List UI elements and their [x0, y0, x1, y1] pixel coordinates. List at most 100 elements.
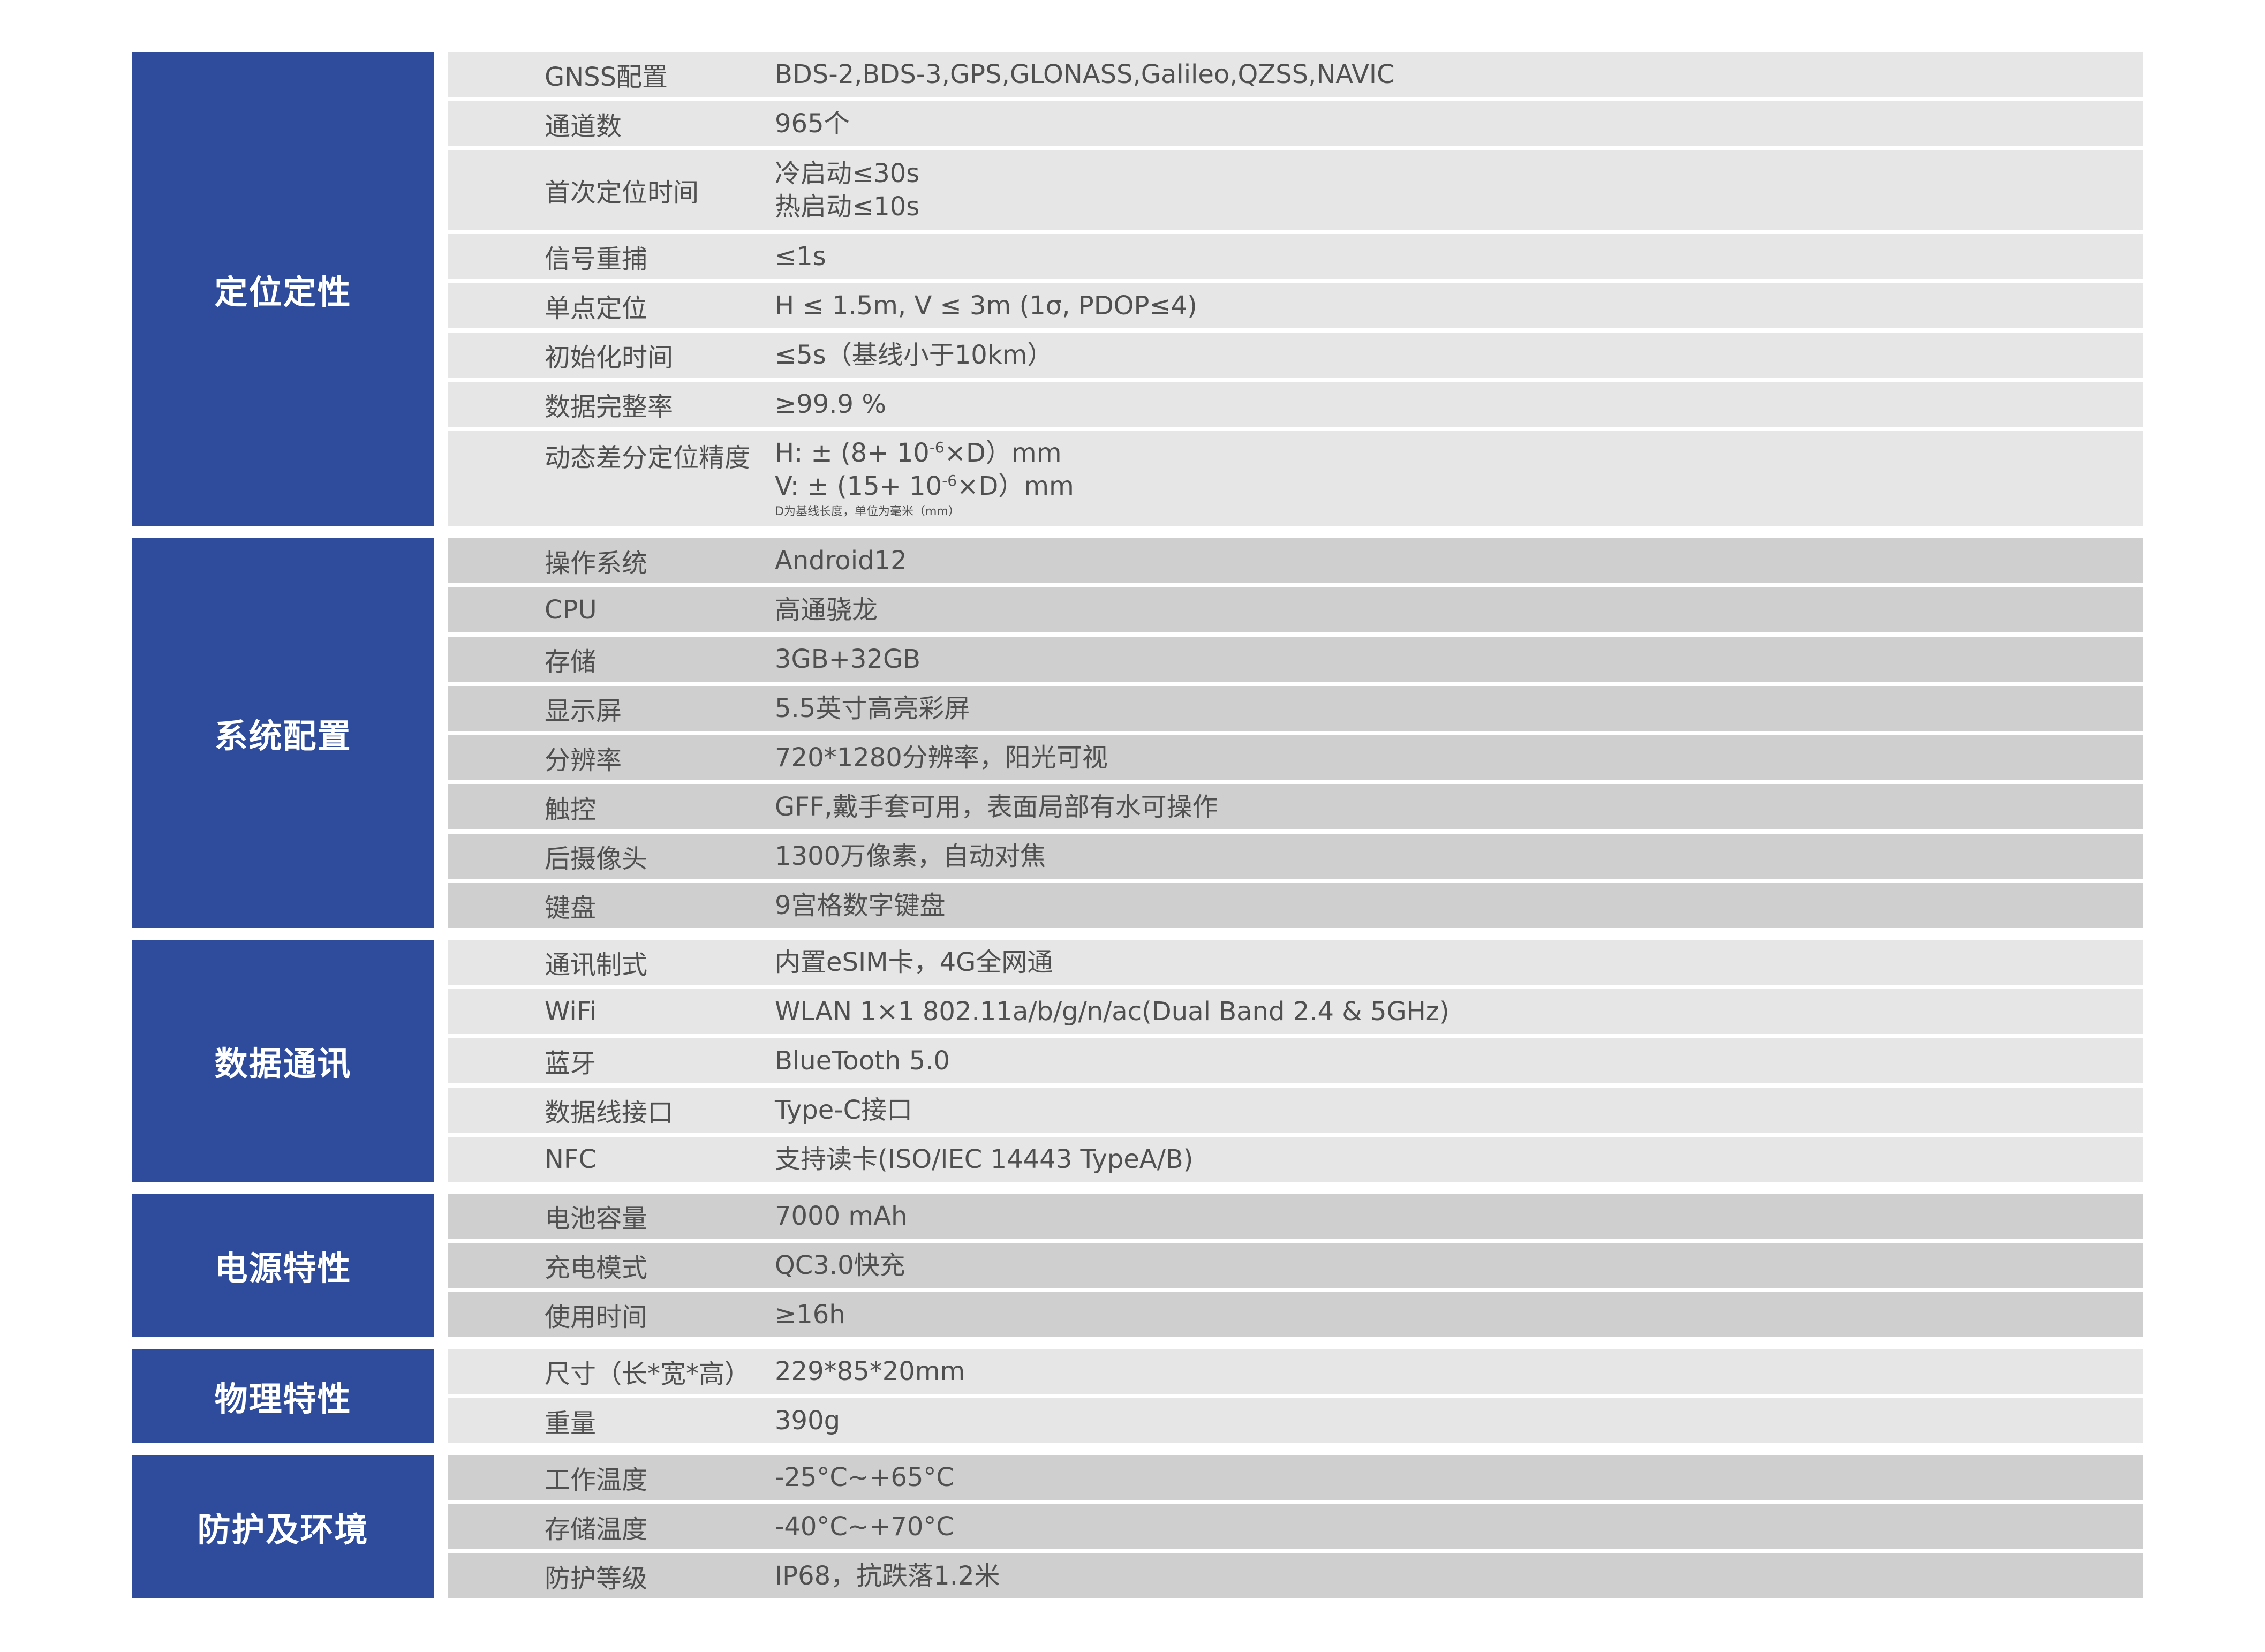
- section-title: 系统配置: [132, 538, 434, 928]
- formula-suffix: ×D）mm: [957, 471, 1074, 502]
- spec-row: GNSS配置 BDS-2,BDS-3,GPS,GLONASS,Galileo,Q…: [448, 52, 2143, 97]
- spec-value: BDS-2,BDS-3,GPS,GLONASS,Galileo,QZSS,NAV…: [775, 59, 1395, 89]
- spec-row: 操作系统 Android12: [448, 538, 2143, 583]
- spec-row: 触控 GFF,戴手套可用，表面局部有水可操作: [448, 784, 2143, 829]
- spec-value: 高通骁龙: [775, 594, 878, 625]
- spec-row: CPU 高通骁龙: [448, 587, 2143, 632]
- spec-label: 后摄像头: [545, 844, 648, 874]
- spec-value: H: ± (8+ 10-6×D）mm V: ± (15+ 10-6×D）mm D…: [775, 431, 1074, 519]
- spec-row: 充电模式 QC3.0快充: [448, 1243, 2143, 1288]
- spec-value: BlueTooth 5.0: [775, 1045, 950, 1076]
- spec-row: 使用时间 ≥16h: [448, 1292, 2143, 1337]
- section-physical: 物理特性 尺寸（长*宽*高） 229*85*20mm 重量 390g: [132, 1349, 2143, 1443]
- spec-value: 冷启动≤30s 热启动≤10s: [775, 157, 919, 224]
- spec-value: H ≤ 1.5m, V ≤ 3m (1σ, PDOP≤4): [775, 290, 1197, 321]
- section-rows: 通讯制式 内置eSIM卡，4G全网通 WiFi WLAN 1×1 802.11a…: [448, 940, 2143, 1182]
- spec-label: NFC: [545, 1144, 597, 1174]
- section-communication: 数据通讯 通讯制式 内置eSIM卡，4G全网通 WiFi WLAN 1×1 80…: [132, 940, 2143, 1182]
- spec-value: 3GB+32GB: [775, 644, 921, 674]
- spec-value: -40°C~+70°C: [775, 1511, 954, 1542]
- spec-label: 存储: [545, 647, 597, 677]
- spec-sheet: 定位定性 GNSS配置 BDS-2,BDS-3,GPS,GLONASS,Gali…: [132, 52, 2143, 1610]
- spec-value: 1300万像素，自动对焦: [775, 841, 1046, 871]
- section-power: 电源特性 电池容量 7000 mAh 充电模式 QC3.0快充 使用时间 ≥16…: [132, 1194, 2143, 1337]
- spec-value: Android12: [775, 545, 907, 576]
- formula-exponent: -6: [929, 439, 945, 456]
- spec-value: IP68，抗跌落1.2米: [775, 1560, 1000, 1591]
- spec-row: 蓝牙 BlueTooth 5.0: [448, 1038, 2143, 1083]
- spec-value: 229*85*20mm: [775, 1356, 965, 1386]
- section-title: 物理特性: [132, 1349, 434, 1443]
- spec-value: GFF,戴手套可用，表面局部有水可操作: [775, 791, 1218, 822]
- spec-row: 通讯制式 内置eSIM卡，4G全网通: [448, 940, 2143, 985]
- spec-row: 尺寸（长*宽*高） 229*85*20mm: [448, 1349, 2143, 1394]
- spec-row: 信号重捕 ≤1s: [448, 234, 2143, 279]
- spec-label: GNSS配置: [545, 62, 668, 92]
- spec-row: 数据完整率 ≥99.9 %: [448, 382, 2143, 427]
- spec-row: 后摄像头 1300万像素，自动对焦: [448, 834, 2143, 879]
- spec-label: 充电模式: [545, 1253, 648, 1283]
- spec-row: 初始化时间 ≤5s（基线小于10km）: [448, 333, 2143, 378]
- spec-label: 单点定位: [545, 293, 648, 323]
- spec-label: 显示屏: [545, 696, 622, 726]
- formula-suffix: ×D）mm: [944, 438, 1062, 468]
- spec-value: 390g: [775, 1405, 841, 1436]
- section-rows: 操作系统 Android12 CPU 高通骁龙 存储 3GB+32GB 显示屏 …: [448, 538, 2143, 928]
- spec-label: 工作温度: [545, 1465, 648, 1495]
- spec-row: 通道数 965个: [448, 101, 2143, 146]
- spec-value: WLAN 1×1 802.11a/b/g/n/ac(Dual Band 2.4 …: [775, 996, 1449, 1027]
- spec-value: QC3.0快充: [775, 1250, 905, 1280]
- spec-label: 分辨率: [545, 745, 622, 775]
- spec-label: 触控: [545, 795, 597, 825]
- spec-row: 存储 3GB+32GB: [448, 637, 2143, 682]
- spec-value: 支持读卡(ISO/IEC 14443 TypeA/B): [775, 1144, 1194, 1174]
- spec-value: 内置eSIM卡，4G全网通: [775, 947, 1053, 977]
- section-title: 电源特性: [132, 1194, 434, 1337]
- section-rows: 电池容量 7000 mAh 充电模式 QC3.0快充 使用时间 ≥16h: [448, 1194, 2143, 1337]
- spec-row: 分辨率 720*1280分辨率，阳光可视: [448, 735, 2143, 780]
- section-system: 系统配置 操作系统 Android12 CPU 高通骁龙 存储 3GB+32GB…: [132, 538, 2143, 928]
- formula-exponent: -6: [942, 472, 957, 490]
- spec-value: ≥16h: [775, 1299, 845, 1330]
- section-rows: 尺寸（长*宽*高） 229*85*20mm 重量 390g: [448, 1349, 2143, 1443]
- spec-label: 动态差分定位精度: [545, 443, 751, 473]
- spec-label: 电池容量: [545, 1204, 648, 1234]
- spec-value: -25°C~+65°C: [775, 1462, 954, 1492]
- spec-label: 数据完整率: [545, 392, 674, 422]
- spec-label: 信号重捕: [545, 244, 648, 274]
- baseline-note: D为基线长度，单位为毫米（mm）: [775, 504, 960, 518]
- spec-label: 蓝牙: [545, 1048, 597, 1078]
- spec-value: 965个: [775, 108, 850, 139]
- spec-label: 使用时间: [545, 1302, 648, 1332]
- formula-prefix: H: ± (8+ 10: [775, 438, 930, 468]
- spec-label: 尺寸（长*宽*高）: [545, 1359, 751, 1389]
- spec-row: 动态差分定位精度 H: ± (8+ 10-6×D）mm V: ± (15+ 10…: [448, 431, 2143, 526]
- spec-row: 单点定位 H ≤ 1.5m, V ≤ 3m (1σ, PDOP≤4): [448, 283, 2143, 328]
- spec-value: ≥99.9 %: [775, 389, 886, 419]
- spec-label: 存储温度: [545, 1514, 648, 1544]
- spec-row: 首次定位时间 冷启动≤30s 热启动≤10s: [448, 150, 2143, 230]
- spec-label: 重量: [545, 1408, 597, 1438]
- spec-label: 键盘: [545, 893, 597, 923]
- spec-label: 防护等级: [545, 1564, 648, 1594]
- section-title: 数据通讯: [132, 940, 434, 1182]
- spec-label: 通讯制式: [545, 950, 648, 980]
- spec-label: 通道数: [545, 111, 622, 141]
- formula-prefix: V: ± (15+ 10: [775, 471, 942, 502]
- spec-value: ≤5s（基线小于10km）: [775, 340, 1053, 370]
- spec-row: 显示屏 5.5英寸高亮彩屏: [448, 686, 2143, 731]
- section-rows: 工作温度 -25°C~+65°C 存储温度 -40°C~+70°C 防护等级 I…: [448, 1455, 2143, 1598]
- spec-row: 数据线接口 Type-C接口: [448, 1088, 2143, 1133]
- spec-row: 防护等级 IP68，抗跌落1.2米: [448, 1553, 2143, 1598]
- horizontal-accuracy: H: ± (8+ 10-6×D）mm: [775, 436, 1074, 470]
- spec-row: WiFi WLAN 1×1 802.11a/b/g/n/ac(Dual Band…: [448, 989, 2143, 1034]
- section-rows: GNSS配置 BDS-2,BDS-3,GPS,GLONASS,Galileo,Q…: [448, 52, 2143, 526]
- section-positioning: 定位定性 GNSS配置 BDS-2,BDS-3,GPS,GLONASS,Gali…: [132, 52, 2143, 526]
- spec-label: 首次定位时间: [545, 178, 699, 208]
- spec-row: 存储温度 -40°C~+70°C: [448, 1504, 2143, 1549]
- spec-label: 数据线接口: [545, 1098, 674, 1128]
- vertical-accuracy: V: ± (15+ 10-6×D）mm: [775, 470, 1074, 503]
- spec-row: 工作温度 -25°C~+65°C: [448, 1455, 2143, 1500]
- spec-value: 5.5英寸高亮彩屏: [775, 693, 970, 723]
- section-protection: 防护及环境 工作温度 -25°C~+65°C 存储温度 -40°C~+70°C …: [132, 1455, 2143, 1598]
